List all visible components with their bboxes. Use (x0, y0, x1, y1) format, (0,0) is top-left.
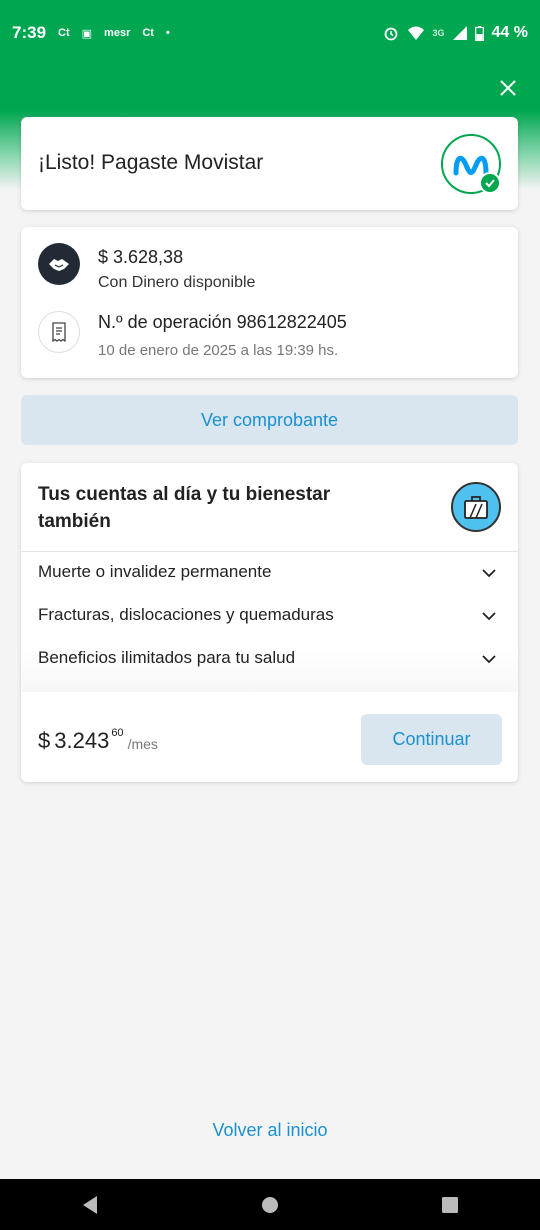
home-nav-button[interactable] (250, 1185, 290, 1225)
coverage-list: Muerte o invalidez permanente Fracturas,… (21, 552, 518, 692)
recents-nav-button[interactable] (430, 1185, 470, 1225)
wifi-icon (407, 26, 424, 40)
battery-icon (474, 25, 484, 41)
insurance-title: Tus cuentas al día y tu bienestar tambié… (38, 484, 331, 532)
close-button[interactable] (496, 76, 520, 100)
price-integer: 3.243 (54, 728, 110, 753)
chevron-down-icon (482, 569, 496, 578)
money-handshake-icon (38, 243, 80, 285)
back-home-link[interactable]: Volver al inicio (0, 1120, 540, 1141)
operation-date: 10 de enero de 2025 a las 19:39 hs. (98, 342, 339, 359)
price-cents: 60 (111, 727, 124, 739)
status-time: 7:39 (12, 23, 47, 42)
coverage-item[interactable]: Fracturas, dislocaciones y quemaduras (21, 595, 518, 637)
success-check-icon (479, 172, 501, 194)
success-card: ¡Listo! Pagaste Movistar (21, 117, 518, 210)
back-triangle-icon (83, 1195, 97, 1214)
continue-button[interactable]: Continuar (361, 714, 502, 765)
payment-method: Con Dinero disponible (98, 274, 256, 291)
notification-icon: ▣ (81, 27, 93, 40)
signal-icon (452, 26, 467, 40)
notification-icon: • (165, 27, 170, 39)
notification-icon: mesr (104, 27, 131, 39)
chevron-down-icon (482, 655, 496, 664)
coverage-item-label: Muerte o invalidez permanente (38, 562, 272, 581)
notification-icons: Ct ▣ mesr Ct • (58, 27, 170, 40)
insurance-bag-icon (451, 482, 501, 532)
home-circle-icon (262, 1196, 278, 1213)
view-receipt-button[interactable]: Ver comprobante (21, 395, 518, 445)
price-period: /mes (127, 736, 158, 752)
system-icons: 3G 44 % (383, 24, 528, 42)
price-currency: $ (38, 728, 51, 753)
coverage-item[interactable]: Beneficios ilimitados para tu salud (21, 638, 518, 680)
notification-icon: Ct (142, 27, 154, 39)
payment-amount: $ 3.628,38 (98, 247, 184, 267)
coverage-item-label: Beneficios ilimitados para tu salud (38, 648, 296, 667)
system-nav-bar (0, 1179, 540, 1230)
coverage-item[interactable]: Muerte o invalidez permanente (21, 552, 518, 594)
chevron-down-icon (482, 612, 496, 621)
status-bar: 7:39 Ct ▣ mesr Ct • 3G 44 % (0, 0, 540, 66)
operation-number: N.º de operación 98612822405 (98, 312, 347, 332)
page-title: ¡Listo! Pagaste Movistar (38, 151, 264, 174)
back-nav-button[interactable] (70, 1185, 110, 1225)
coverage-item-label: Fracturas, dislocaciones y quemaduras (38, 605, 334, 624)
insurance-offer-card: Tus cuentas al día y tu bienestar tambié… (21, 463, 518, 782)
recents-square-icon (442, 1196, 458, 1213)
insurance-price: $ 3.243 60 /mes (38, 727, 158, 754)
payment-details-card: $ 3.628,38 Con Dinero disponible N.º de … (21, 227, 518, 378)
receipt-icon (38, 311, 80, 353)
network-type: 3G (432, 28, 445, 38)
notification-icon: Ct (58, 27, 70, 39)
movistar-logo (441, 134, 501, 194)
alarm-icon (384, 27, 397, 41)
close-icon (500, 80, 516, 96)
battery-level: 44 % (491, 24, 528, 41)
